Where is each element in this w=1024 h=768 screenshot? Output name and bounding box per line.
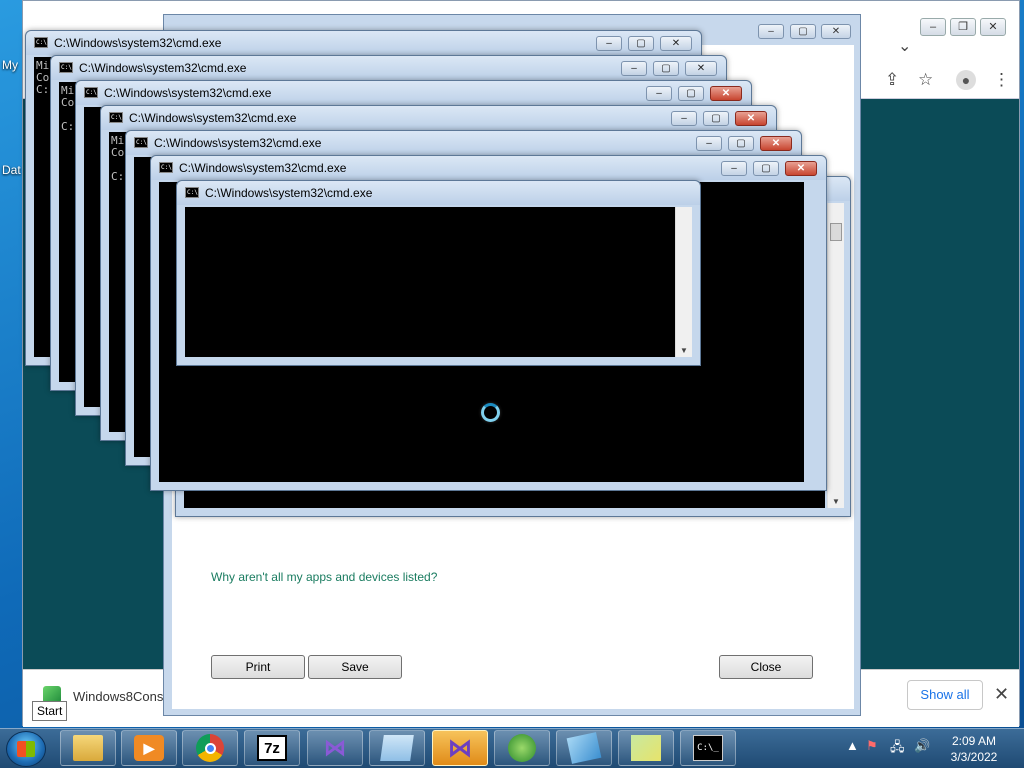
app-icon xyxy=(566,732,602,764)
7zip-icon: 7z xyxy=(257,735,287,761)
cmd-minimize-button[interactable]: – xyxy=(696,136,722,151)
network-icon[interactable]: 🖧 xyxy=(890,738,905,760)
bookmark-star-icon[interactable]: ☆ xyxy=(918,70,933,90)
cmd-close-button[interactable]: ✕ xyxy=(710,86,742,101)
taskbar-chrome[interactable] xyxy=(182,730,238,766)
cmd-scrollbar[interactable]: ▼ xyxy=(675,207,692,357)
dialog-minimize-button[interactable]: – xyxy=(758,24,784,39)
desktop-icon-label[interactable]: Dat xyxy=(2,163,21,177)
cmd-close-button[interactable]: ✕ xyxy=(685,61,717,76)
cmd-title: C:\Windows\system32\cmd.exe xyxy=(129,111,297,125)
cmd-close-button[interactable]: ✕ xyxy=(660,36,692,51)
chrome-icon xyxy=(196,734,224,762)
cmd-title: C:\Windows\system32\cmd.exe xyxy=(104,86,272,100)
profile-avatar-icon[interactable]: ● xyxy=(956,70,976,90)
start-button[interactable] xyxy=(6,731,46,767)
windows-logo-icon xyxy=(17,741,35,757)
folder-icon xyxy=(73,735,103,761)
visual-studio-installer-icon: ⋈ xyxy=(324,735,346,760)
cmd-icon: C:\_ xyxy=(693,735,723,761)
print-button[interactable]: Print xyxy=(211,655,305,679)
cmd-maximize-button[interactable]: ▢ xyxy=(628,36,654,51)
cmd-titlebar[interactable]: C:\ C:\Windows\system32\cmd.exe xyxy=(177,181,700,205)
visual-studio-icon: ⋈ xyxy=(448,734,472,762)
show-all-downloads-button[interactable]: Show all xyxy=(907,680,983,710)
cmd-title: C:\Windows\system32\cmd.exe xyxy=(205,186,373,200)
dialog-maximize-button[interactable]: ▢ xyxy=(790,24,816,39)
cmd-window-front[interactable]: C:\ C:\Windows\system32\cmd.exe ▼ xyxy=(176,180,701,366)
taskbar-notepad[interactable] xyxy=(369,730,425,766)
show-hidden-icons-icon[interactable]: ▲ xyxy=(846,738,859,753)
cmd-maximize-button[interactable]: ▢ xyxy=(753,161,779,176)
cmd-title: C:\Windows\system32\cmd.exe xyxy=(154,136,322,150)
cmd-scrollbar[interactable]: ▼ xyxy=(827,203,844,508)
taskbar-app-b[interactable] xyxy=(618,730,674,766)
cmd-maximize-button[interactable]: ▢ xyxy=(653,61,679,76)
cmd-minimize-button[interactable]: – xyxy=(621,61,647,76)
cmd-title: C:\Windows\system32\cmd.exe xyxy=(179,161,347,175)
taskbar-7zip[interactable]: 7z xyxy=(244,730,300,766)
dialog-close-button[interactable]: ✕ xyxy=(821,24,851,39)
taskbar-explorer[interactable] xyxy=(60,730,116,766)
notepad-icon xyxy=(380,735,414,761)
close-download-bar-icon[interactable]: ✕ xyxy=(994,684,1009,705)
cmd-icon: C:\ xyxy=(185,187,199,198)
apps-devices-help-link[interactable]: Why aren't all my apps and devices liste… xyxy=(211,570,437,584)
cmd-minimize-button[interactable]: – xyxy=(596,36,622,51)
download-filename[interactable]: Windows8Cons xyxy=(73,689,163,704)
cmd-close-button[interactable]: ✕ xyxy=(785,161,817,176)
cmd-title: C:\Windows\system32\cmd.exe xyxy=(79,61,247,75)
cmd-console[interactable] xyxy=(185,207,675,357)
cmd-icon: C:\ xyxy=(84,87,98,98)
chrome-restore-button[interactable]: ❐ xyxy=(950,18,976,36)
action-center-flag-icon[interactable]: ⚑ xyxy=(866,738,878,754)
cmd-icon: C:\ xyxy=(59,62,73,73)
cmd-icon: C:\ xyxy=(34,37,48,48)
taskbar-app-a[interactable] xyxy=(556,730,612,766)
cmd-maximize-button[interactable]: ▢ xyxy=(678,86,704,101)
close-button[interactable]: Close xyxy=(719,655,813,679)
clock[interactable]: 2:09 AM 3/3/2022 xyxy=(940,733,1008,765)
media-player-icon: ▶ xyxy=(134,735,164,761)
cmd-icon: C:\ xyxy=(109,112,123,123)
save-button[interactable]: Save xyxy=(308,655,402,679)
cmd-close-button[interactable]: ✕ xyxy=(760,136,792,151)
start-tooltip: Start xyxy=(32,701,68,721)
cmd-icon: C:\ xyxy=(134,137,148,148)
desktop-icon-label[interactable]: My xyxy=(2,58,18,72)
cmd-minimize-button[interactable]: – xyxy=(646,86,672,101)
cmd-minimize-button[interactable]: – xyxy=(671,111,697,126)
chrome-minimize-button[interactable]: – xyxy=(920,18,946,36)
taskbar-windows-update[interactable] xyxy=(494,730,550,766)
taskbar-vs-installer[interactable]: ⋈ xyxy=(307,730,363,766)
clock-date: 3/3/2022 xyxy=(950,750,998,764)
chrome-close-button[interactable]: ✕ xyxy=(980,18,1006,36)
busy-cursor-icon xyxy=(481,403,500,422)
menu-kebab-icon[interactable]: ⋮ xyxy=(993,70,1010,90)
cmd-minimize-button[interactable]: – xyxy=(721,161,747,176)
cmd-maximize-button[interactable]: ▢ xyxy=(728,136,754,151)
taskbar-visual-studio[interactable]: ⋈ xyxy=(432,730,488,766)
tab-search-chevron-icon[interactable]: ⌄ xyxy=(898,36,911,56)
volume-icon[interactable]: 🔊 xyxy=(914,738,930,754)
cmd-maximize-button[interactable]: ▢ xyxy=(703,111,729,126)
windows-icon xyxy=(508,734,536,762)
cmd-icon: C:\ xyxy=(159,162,173,173)
cmd-title: C:\Windows\system32\cmd.exe xyxy=(54,36,222,50)
cmd-close-button[interactable]: ✕ xyxy=(735,111,767,126)
taskbar-cmd[interactable]: C:\_ xyxy=(680,730,736,766)
share-icon[interactable]: ⇪ xyxy=(885,70,899,90)
clock-time: 2:09 AM xyxy=(951,734,997,748)
app-icon xyxy=(631,735,661,761)
taskbar-media-player[interactable]: ▶ xyxy=(121,730,177,766)
